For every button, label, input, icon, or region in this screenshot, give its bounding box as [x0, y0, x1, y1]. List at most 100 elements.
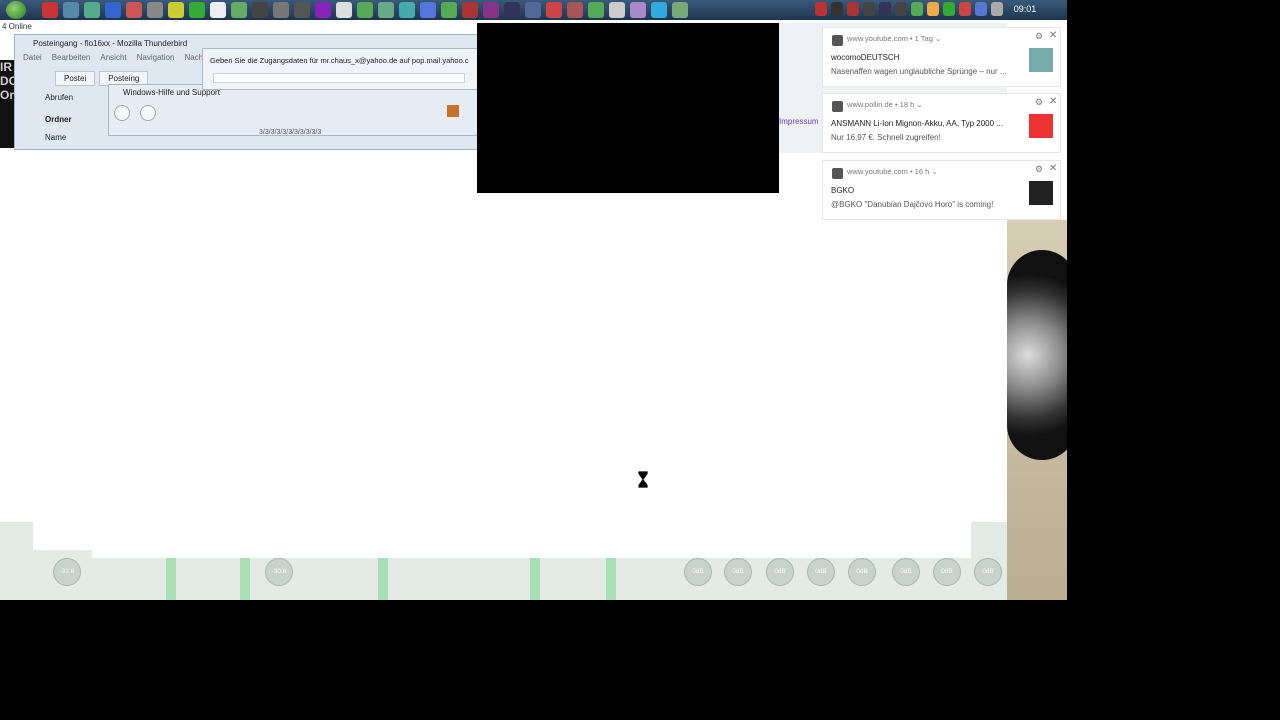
tray-icon[interactable] — [895, 2, 907, 16]
mixer-knob[interactable]: 0dB — [807, 558, 835, 586]
taskbar-app-icon[interactable] — [189, 2, 205, 18]
menu-item-navigation[interactable]: Navigation — [137, 53, 175, 62]
mixer-knob[interactable]: 0dB — [974, 558, 1002, 586]
dialog-message: Geben Sie die Zugangsdaten für mr.chaus_… — [210, 56, 469, 65]
taskbar-app-icon[interactable] — [63, 2, 79, 18]
mixer-fader-strip[interactable] — [378, 558, 388, 600]
mixer-knob[interactable]: -32.8 — [53, 558, 81, 586]
gear-icon[interactable]: ⚙ — [1035, 97, 1043, 108]
mixer-knob[interactable]: 0dB — [684, 558, 712, 586]
notification-title: BGKO — [831, 186, 855, 195]
hourglass-cursor-icon — [637, 471, 649, 488]
taskbar-app-icon[interactable] — [483, 2, 499, 18]
taskbar-app-icon[interactable] — [147, 2, 163, 18]
clock[interactable]: 09:01 — [1005, 4, 1045, 14]
mixer-fader-strip[interactable] — [606, 558, 616, 600]
taskbar-app-icon[interactable] — [294, 2, 310, 18]
taskbar-app-icon[interactable] — [126, 2, 142, 18]
system-tray — [815, 2, 1003, 16]
impressum-link[interactable]: Impressum — [779, 117, 819, 126]
taskbar-app-icon[interactable] — [567, 2, 583, 18]
taskbar-app-icon[interactable] — [231, 2, 247, 18]
background-window-text: DC — [0, 74, 18, 88]
taskbar-app-icon[interactable] — [315, 2, 331, 18]
blank-overlay — [33, 522, 971, 550]
taskbar-app-icon[interactable] — [336, 2, 352, 18]
tray-icon[interactable] — [815, 2, 827, 16]
forward-button[interactable] — [140, 105, 156, 121]
menu-item-edit[interactable]: Bearbeiten — [52, 53, 91, 62]
help-search-field[interactable]: 3/3/3/3/3/3/3/3/3/3/3 — [259, 129, 321, 136]
taskbar-app-icon[interactable] — [441, 2, 457, 18]
notification-title: wocomoDEUTSCH — [831, 53, 900, 62]
mixer-fader-strip[interactable] — [530, 558, 540, 600]
close-icon[interactable]: ✕ — [1049, 163, 1057, 174]
black-video-overlay — [477, 23, 779, 193]
taskbar-app-icon[interactable] — [588, 2, 604, 18]
taskbar-app-icon[interactable] — [357, 2, 373, 18]
tray-icon[interactable] — [831, 2, 843, 16]
taskbar-app-icon[interactable] — [546, 2, 562, 18]
taskbar-app-icon[interactable] — [420, 2, 436, 18]
tray-icon[interactable] — [991, 2, 1003, 16]
site-icon — [832, 101, 843, 112]
tray-icon[interactable] — [847, 2, 859, 16]
tray-icon[interactable] — [927, 2, 939, 16]
mixer-knob[interactable]: 0dB — [933, 558, 961, 586]
start-button[interactable] — [6, 1, 26, 19]
taskbar-app-icon[interactable] — [462, 2, 478, 18]
taskbar-app-icon[interactable] — [630, 2, 646, 18]
taskbar-app-icon[interactable] — [273, 2, 289, 18]
blank-overlay-lower — [92, 550, 971, 558]
gear-icon[interactable]: ⚙ — [1035, 164, 1043, 175]
taskbar-app-icon[interactable] — [168, 2, 184, 18]
close-icon[interactable]: ✕ — [1049, 30, 1057, 41]
gear-icon[interactable]: ⚙ — [1035, 31, 1043, 42]
mixer-fader-strip[interactable] — [240, 558, 250, 600]
notification-card[interactable]: www.youtube.com • 16 h ⌄ ⚙ ✕ BGKO @BGKO "Dan… — [822, 160, 1061, 220]
window-title: Posteingang - flo16xx - Mozilla Thunderb… — [33, 39, 188, 48]
taskbar-app-icon[interactable] — [252, 2, 268, 18]
mixer-knob[interactable]: 0dB — [892, 558, 920, 586]
taskbar-app-icon[interactable] — [504, 2, 520, 18]
tray-icon[interactable] — [863, 2, 875, 16]
mixer-knob[interactable]: -30.6 — [265, 558, 293, 586]
background-window-text: IR — [0, 60, 12, 74]
taskbar-app-icon[interactable] — [84, 2, 100, 18]
taskbar-app-icon[interactable] — [525, 2, 541, 18]
taskbar-app-icon[interactable] — [399, 2, 415, 18]
menu-item-view[interactable]: Ansicht — [100, 53, 126, 62]
quick-launch-icons — [42, 2, 688, 18]
notification-card[interactable]: www.pollin.de • 18 h ⌄ ⚙ ✕ ANSMANN Li-Ion M… — [822, 93, 1061, 153]
tray-icon[interactable] — [959, 2, 971, 16]
tray-icon[interactable] — [975, 2, 987, 16]
mixer-knob[interactable]: 0dB — [724, 558, 752, 586]
menu-item-file[interactable]: Datei — [23, 53, 42, 62]
taskbar-app-icon[interactable] — [42, 2, 58, 18]
column-header-name[interactable]: Name — [45, 133, 66, 142]
notification-thumbnail — [1029, 181, 1053, 205]
taskbar-app-icon[interactable] — [672, 2, 688, 18]
home-icon[interactable] — [447, 105, 459, 117]
taskbar-app-icon[interactable] — [609, 2, 625, 18]
mixer-fader-strip[interactable] — [166, 558, 176, 600]
taskbar-app-icon[interactable] — [378, 2, 394, 18]
mixer-knob[interactable]: 0dB — [848, 558, 876, 586]
fetch-mail-button[interactable]: Abrufen — [45, 93, 73, 102]
close-icon[interactable]: ✕ — [1049, 96, 1057, 107]
mixer-knob[interactable]: 0dB — [766, 558, 794, 586]
notification-card[interactable]: www.youtube.com • 1 Tag ⌄ ⚙ ✕ wocomoDEUTSCH… — [822, 27, 1061, 87]
back-button[interactable] — [114, 105, 130, 121]
desktop-screen: 09:01 4 Online IR DC Or Posteingang - flo1… — [0, 0, 1067, 600]
taskbar-app-icon[interactable] — [210, 2, 226, 18]
credentials-dialog: Geben Sie die Zugangsdaten für mr.chaus_… — [202, 48, 482, 90]
password-field[interactable] — [213, 73, 465, 83]
tray-icon[interactable] — [911, 2, 923, 16]
taskbar-app-icon[interactable] — [651, 2, 667, 18]
wallpaper-tire — [1007, 250, 1067, 460]
taskbar-app-icon[interactable] — [105, 2, 121, 18]
tab-inbox-1[interactable]: Postei — [55, 71, 96, 86]
tray-icon[interactable] — [943, 2, 955, 16]
taskbar: 09:01 — [0, 0, 1067, 20]
tray-icon[interactable] — [879, 2, 891, 16]
